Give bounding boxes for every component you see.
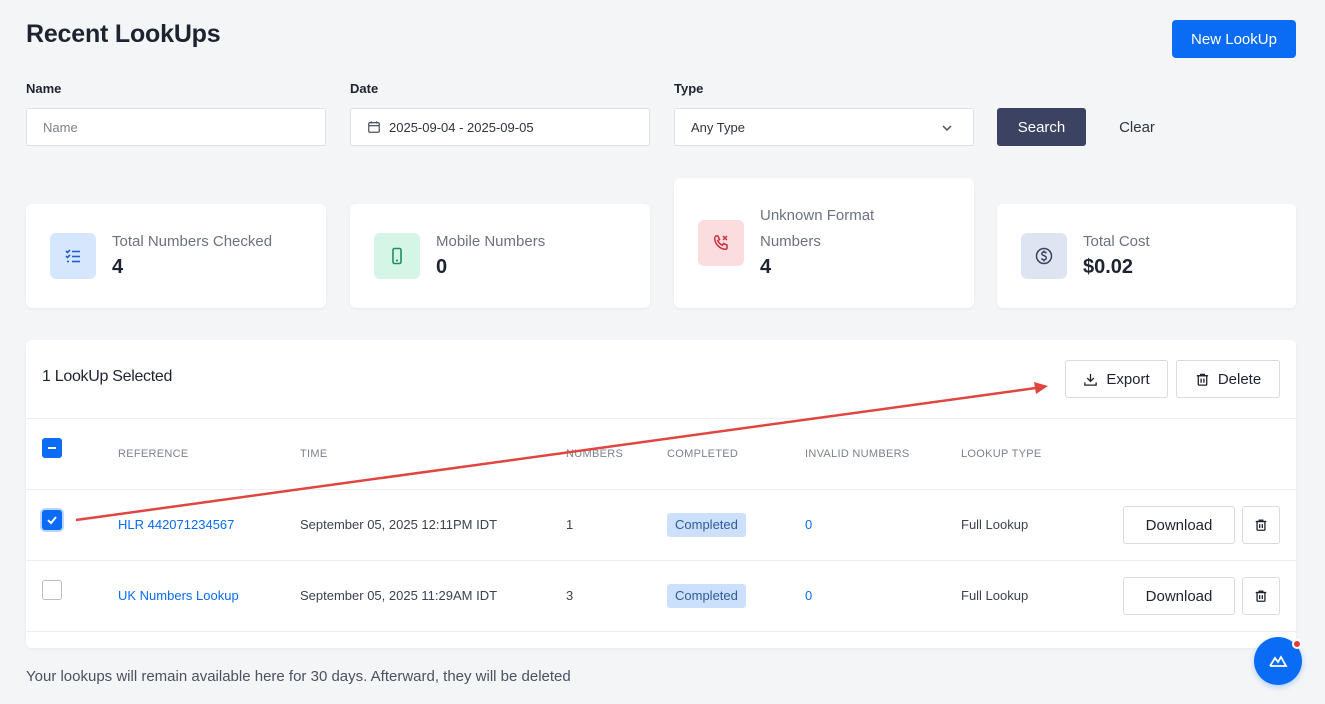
stat-value: 0	[436, 256, 448, 278]
clear-button[interactable]: Clear	[1106, 108, 1168, 146]
date-range-value: 2025-09-04 - 2025-09-05	[389, 119, 534, 135]
download-button[interactable]: Download	[1123, 506, 1235, 544]
reference-link[interactable]: UK Numbers Lookup	[118, 588, 239, 603]
trash-icon	[1255, 519, 1267, 531]
page-title: Recent LookUps	[26, 20, 221, 48]
stat-label: Total Numbers Checked	[112, 233, 273, 250]
stat-value: 4	[112, 256, 124, 278]
date-range-field[interactable]: 2025-09-04 - 2025-09-05	[350, 108, 650, 146]
divider	[26, 560, 1296, 561]
delete-selected-button[interactable]: Delete	[1176, 360, 1280, 398]
column-header-numbers[interactable]: NUMBERS	[566, 448, 623, 460]
minus-icon	[48, 447, 56, 449]
lookups-table-panel: 1 LookUp Selected Export Delete REFERENC…	[26, 340, 1296, 648]
calendar-icon	[368, 121, 380, 133]
column-header-lookup-type[interactable]: LOOKUP TYPE	[961, 448, 1042, 460]
type-select[interactable]: Any Type	[674, 108, 974, 146]
dollar-circle-icon	[1021, 233, 1067, 279]
new-lookup-button[interactable]: New LookUp	[1172, 20, 1296, 58]
chevron-down-icon	[942, 125, 952, 132]
stat-card-total-cost: Total Cost $0.02	[997, 204, 1296, 308]
stat-label-line2: Numbers	[760, 233, 821, 250]
divider	[26, 631, 1296, 632]
invalid-numbers-link[interactable]: 0	[805, 588, 812, 603]
time-cell: September 05, 2025 12:11PM IDT	[300, 517, 498, 532]
status-badge: Completed	[667, 513, 746, 537]
row-checkbox[interactable]	[42, 580, 62, 600]
column-header-reference[interactable]: REFERENCE	[118, 448, 189, 460]
invalid-numbers-link[interactable]: 0	[805, 517, 812, 532]
chat-widget-button[interactable]	[1254, 637, 1302, 685]
column-header-time[interactable]: TIME	[300, 448, 327, 460]
notification-dot	[1292, 639, 1302, 649]
name-input[interactable]	[43, 119, 309, 135]
delete-row-button[interactable]	[1242, 506, 1280, 544]
stat-label: Mobile Numbers	[436, 233, 546, 250]
download-icon	[1084, 373, 1098, 386]
select-all-checkbox[interactable]	[42, 438, 62, 458]
stat-card-mobile-numbers: Mobile Numbers 0	[350, 204, 650, 308]
name-field[interactable]	[26, 108, 326, 146]
delete-row-button[interactable]	[1242, 577, 1280, 615]
divider	[26, 418, 1296, 419]
status-badge: Completed	[667, 584, 746, 608]
checklist-icon	[50, 233, 96, 279]
check-icon	[47, 516, 57, 525]
stat-label-line1: Unknown Format	[760, 207, 875, 224]
mobile-phone-icon	[374, 233, 420, 279]
chat-logo-icon	[1269, 655, 1288, 667]
download-button[interactable]: Download	[1123, 577, 1235, 615]
stat-value: $0.02	[1083, 256, 1134, 278]
row-checkbox[interactable]	[42, 510, 62, 530]
trash-icon	[1196, 373, 1208, 386]
delete-label: Delete	[1217, 370, 1262, 388]
stat-label: Total Cost	[1083, 233, 1150, 250]
column-header-invalid-numbers[interactable]: INVALID NUMBERS	[805, 448, 910, 460]
export-label: Export	[1106, 370, 1150, 388]
selection-count: 1 LookUp Selected	[42, 368, 173, 385]
trash-icon	[1255, 590, 1267, 602]
divider	[26, 489, 1296, 490]
stat-value: 4	[760, 256, 772, 278]
search-button[interactable]: Search	[997, 108, 1086, 146]
lookup-type-cell: Full Lookup	[961, 517, 1029, 532]
date-filter-label: Date	[350, 81, 379, 96]
name-filter-label: Name	[26, 81, 62, 96]
reference-link[interactable]: HLR 442071234567	[118, 517, 234, 532]
retention-note: Your lookups will remain available here …	[26, 668, 571, 685]
lookup-type-cell: Full Lookup	[961, 588, 1029, 603]
time-cell: September 05, 2025 11:29AM IDT	[300, 588, 498, 603]
export-button[interactable]: Export	[1065, 360, 1168, 398]
numbers-cell: 3	[566, 588, 574, 603]
phone-x-icon	[698, 220, 744, 266]
numbers-cell: 1	[566, 517, 574, 532]
type-filter-label: Type	[674, 81, 704, 96]
type-select-value: Any Type	[691, 119, 745, 135]
stat-card-total-numbers: Total Numbers Checked 4	[26, 204, 326, 308]
column-header-completed[interactable]: COMPLETED	[667, 448, 738, 460]
stat-card-unknown-format: Unknown Format Numbers 4	[674, 178, 974, 308]
